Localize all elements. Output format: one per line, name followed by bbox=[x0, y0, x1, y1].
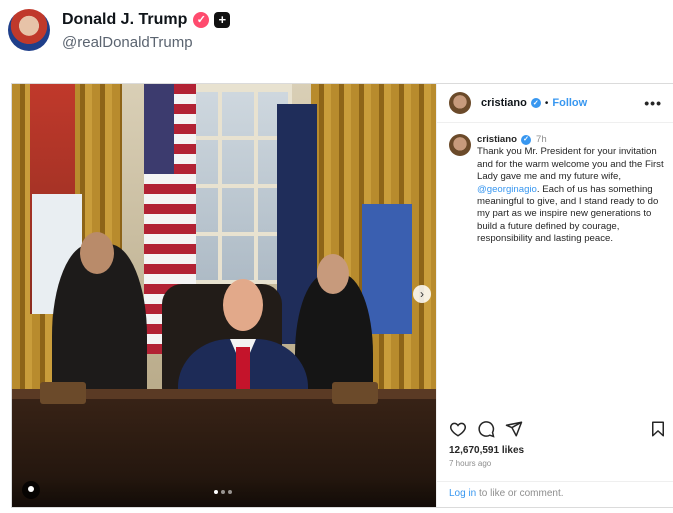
action-bar bbox=[449, 420, 667, 440]
post-side-panel: cristiano ✓ • Follow ••• cristiano ✓ 7h … bbox=[436, 84, 673, 507]
username-link[interactable]: cristiano bbox=[481, 97, 527, 109]
more-options-icon[interactable]: ••• bbox=[644, 95, 662, 111]
author-name-row: Donald J. Trump ✓ + bbox=[62, 10, 231, 30]
post-photo[interactable]: › bbox=[12, 84, 436, 507]
heart-icon[interactable] bbox=[449, 420, 467, 438]
login-prompt: Log in to like or comment. bbox=[437, 481, 673, 499]
post-header: cristiano ✓ • Follow ••• bbox=[437, 84, 673, 123]
photo-head bbox=[80, 232, 114, 274]
plus-icon[interactable]: + bbox=[214, 11, 231, 28]
avatar[interactable] bbox=[449, 92, 471, 114]
save-icon[interactable] bbox=[649, 420, 667, 438]
post-author[interactable]: Donald J. Trump ✓ + @realDonaldTrump bbox=[8, 8, 231, 52]
photo-head bbox=[317, 254, 349, 294]
likes-count[interactable]: 12,670,591 likes bbox=[449, 445, 524, 456]
share-icon[interactable] bbox=[505, 420, 523, 438]
photo-desk-item bbox=[332, 382, 378, 404]
photo-desk-item bbox=[40, 382, 86, 404]
caption: cristiano ✓ 7h Thank you Mr. President f… bbox=[449, 134, 669, 246]
user-tag-icon[interactable] bbox=[22, 481, 40, 499]
caption-username[interactable]: cristiano bbox=[477, 134, 517, 146]
separator-dot: • bbox=[544, 97, 549, 109]
author-name[interactable]: Donald J. Trump bbox=[62, 11, 187, 29]
carousel-dot bbox=[228, 490, 232, 494]
carousel-dot bbox=[221, 490, 225, 494]
verified-icon: ✓ bbox=[193, 11, 210, 28]
photo-head bbox=[223, 279, 263, 331]
verified-icon: ✓ bbox=[521, 135, 531, 146]
verified-icon: ✓ bbox=[530, 98, 541, 108]
author-info: Donald J. Trump ✓ + @realDonaldTrump bbox=[62, 10, 231, 51]
caption-text: cristiano ✓ 7h Thank you Mr. President f… bbox=[477, 134, 669, 246]
comment-icon[interactable] bbox=[477, 420, 495, 438]
avatar[interactable] bbox=[449, 134, 471, 156]
login-link[interactable]: Log in bbox=[449, 488, 476, 499]
author-avatar[interactable] bbox=[8, 9, 50, 51]
chevron-right-icon[interactable]: › bbox=[413, 285, 431, 303]
author-handle[interactable]: @realDonaldTrump bbox=[62, 34, 230, 51]
caption-top-row: cristiano ✓ 7h bbox=[477, 134, 669, 146]
login-prompt-text: to like or comment. bbox=[476, 488, 564, 499]
carousel-dot bbox=[214, 490, 218, 494]
caption-body: Thank you Mr. President for your invitat… bbox=[477, 146, 664, 183]
carousel-dots bbox=[214, 490, 232, 494]
instagram-embed: › cristiano ✓ • Follow ••• cristiano ✓ 7… bbox=[11, 83, 673, 508]
caption-timestamp[interactable]: 7h bbox=[536, 134, 547, 146]
posted-time[interactable]: 7 hours ago bbox=[449, 459, 491, 468]
mention-link[interactable]: @georginagio bbox=[477, 184, 537, 195]
photo-flag-blue bbox=[362, 204, 412, 334]
photo-window bbox=[182, 84, 292, 284]
follow-button[interactable]: Follow bbox=[552, 97, 587, 109]
